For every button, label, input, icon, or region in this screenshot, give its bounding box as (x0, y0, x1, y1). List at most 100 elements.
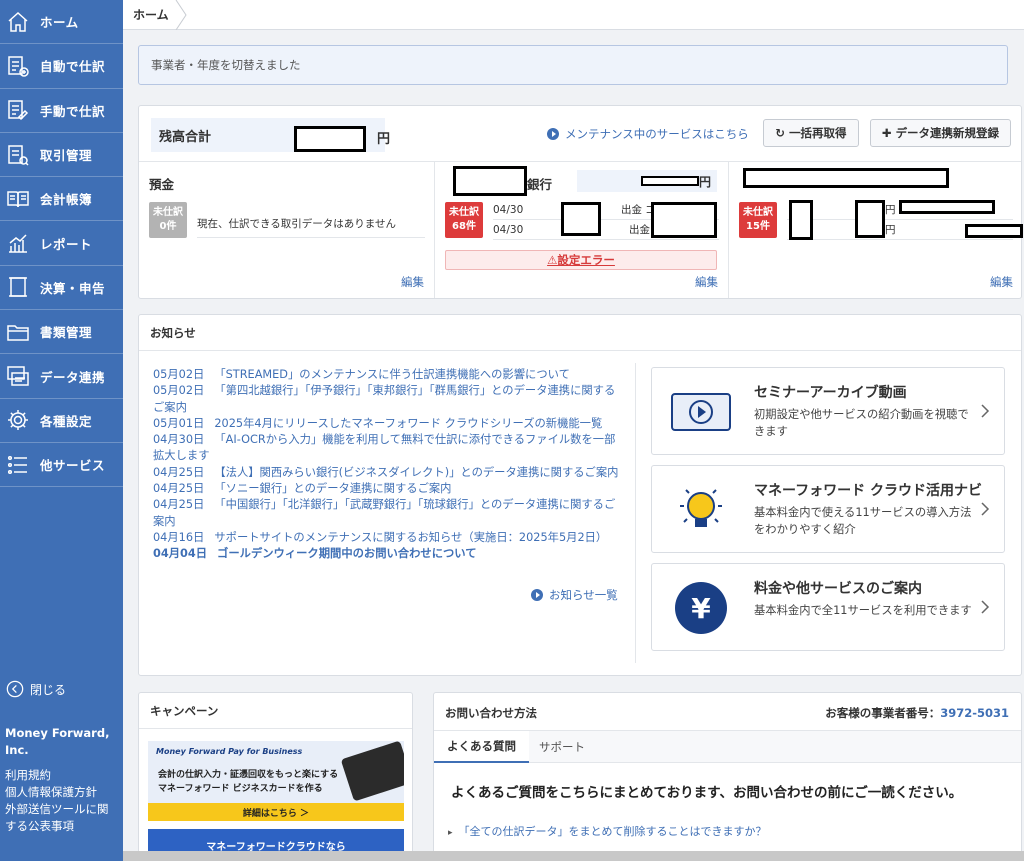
faq-link[interactable]: ▸ 「全ての仕訳データ」をまとめて削除することはできますか？ (448, 823, 767, 839)
unjournaled-badge[interactable]: 未仕訳 15件 (739, 202, 777, 238)
privacy-link[interactable]: 個人情報保護方針 (5, 784, 117, 801)
maintenance-link-label: メンテナンス中のサービスはこちら (565, 127, 749, 141)
sidebar-item-label: 他サービス (40, 458, 106, 474)
news-title: お知らせ (139, 315, 1021, 351)
sidebar-item-label: 書類管理 (40, 325, 93, 341)
news-text: サポートサイトのメンテナンスに関するお知らせ（実施日：2025年5月2日） (214, 530, 608, 544)
redacted-bank-name (453, 166, 527, 196)
sidebar-item-label: 手動で仕訳 (40, 103, 106, 119)
sidebar-close-button[interactable]: 閉じる (6, 680, 66, 698)
bank-edit-link[interactable]: 編集 (695, 274, 718, 290)
breadcrumb-home[interactable]: ホーム (133, 6, 169, 23)
news-date: 04月25日 (153, 482, 205, 496)
unjournaled-badge[interactable]: 未仕訳 68件 (445, 202, 483, 238)
refresh-all-button[interactable]: ↻ 一括再取得 (763, 119, 859, 147)
redacted-card-name (743, 168, 949, 188)
sidebar-item-label: 各種設定 (40, 413, 93, 429)
list-icon (7, 455, 27, 474)
sidebar-item-settlement[interactable]: 決算・申告 (0, 266, 123, 311)
redacted-description (561, 202, 601, 236)
business-number-label: お客様の事業者番号： (825, 706, 941, 720)
horizontal-scrollbar[interactable] (123, 851, 1024, 861)
redacted-amount (899, 200, 995, 214)
news-more-link[interactable]: お知らせ一覧 (531, 587, 618, 603)
banner-line2: マネーフォワード ビジネスカードを作る (158, 784, 323, 794)
news-item[interactable]: 04月25日 「ソニー銀行」とのデータ連携に関するご案内 (153, 481, 623, 497)
news-item[interactable]: 04月25日 「中国銀行」「北洋銀行」「武蔵野銀行」「琉球銀行」とのデータ連携に関… (153, 497, 623, 530)
card-description: 基本料金内で全11サービスを利用できます (754, 604, 972, 617)
news-list: 05月02日 「STREAMED」のメンテナンスに伴う仕訳連携機能への影響について… (153, 367, 623, 563)
sidebar-item-other-services[interactable]: 他サービス (0, 443, 123, 488)
card-description: 初期設定や他サービスの紹介動画を視聴できます (754, 408, 969, 438)
news-item[interactable]: 04月04日 ゴールデンウィーク期間中のお問い合わせについて (153, 546, 623, 562)
news-date: 05月02日 (153, 384, 205, 398)
chevron-right-icon (981, 404, 990, 418)
news-text: 「STREAMED」のメンテナンスに伴う仕訳連携機能への影響について (214, 368, 570, 381)
news-item[interactable]: 05月01日 2025年4月にリリースしたマネーフォワード クラウドシリーズの新機… (153, 416, 623, 432)
news-text: 「ソニー銀行」とのデータ連携に関するご案内 (214, 482, 452, 496)
main-content: ホーム 事業者・年度を切替えました 残高合計 円 メンテナンス中のサービスはこち… (123, 0, 1024, 861)
sidebar-close-label: 閉じる (30, 682, 67, 697)
news-item[interactable]: 05月02日 「STREAMED」のメンテナンスに伴う仕訳連携機能への影響について (153, 367, 623, 383)
business-card-banner[interactable]: Money Forward Pay for Business 会計の仕訳入力・証… (148, 741, 404, 821)
register-data-link-button[interactable]: ✚ データ連携新規登録 (870, 119, 1011, 147)
news-item[interactable]: 04月30日 「AI-OCRから入力」機能を利用して無料で仕訳に添付できるファイル… (153, 432, 623, 465)
badge-count: 0件 (159, 221, 177, 232)
unjournaled-badge[interactable]: 未仕訳 0件 (149, 202, 187, 238)
sidebar-item-data-link[interactable]: データ連携 (0, 354, 123, 399)
contact-title: お問い合わせ方法 (445, 706, 537, 720)
sidebar-item-label: ホーム (40, 15, 79, 31)
sidebar-item-home[interactable]: ホーム (0, 0, 123, 45)
seminar-archive-card[interactable]: セミナーアーカイブ動画 初期設定や他サービスの紹介動画を視聴できます (651, 367, 1005, 455)
svg-text:¥: ¥ (691, 592, 711, 625)
sidebar-item-report[interactable]: レポート (0, 221, 123, 266)
sidebar-item-label: レポート (40, 236, 93, 252)
news-date: 04月04日 (153, 547, 208, 561)
sidebar-item-settings[interactable]: 各種設定 (0, 399, 123, 443)
campaign-title: キャンペーン (139, 693, 412, 729)
banner-brand: Money Forward Pay for Business (156, 747, 303, 756)
row-date: 04/30 (493, 223, 524, 236)
cloud-navi-card[interactable]: マネーフォワード クラウド活用ナビ 基本料金内で使える11サービスの導入方法をわ… (651, 465, 1005, 553)
settings-error-bar[interactable]: ⚠設定エラー (445, 250, 717, 270)
plus-icon: ✚ (881, 126, 892, 140)
redacted-amount (651, 202, 717, 238)
maintenance-link[interactable]: メンテナンス中のサービスはこちら (547, 126, 749, 142)
deposit-edit-link[interactable]: 編集 (401, 274, 424, 290)
bank-column: 銀行 円 未仕訳 68件 04/30 出金 コ 04/30 出金 (435, 162, 729, 298)
tab-faq[interactable]: よくある質問 (434, 731, 529, 763)
sidebar-item-label: 取引管理 (40, 148, 93, 164)
card-edit-link[interactable]: 編集 (990, 274, 1013, 290)
redacted-description (855, 200, 885, 238)
bank-balance-yen: 円 (698, 175, 711, 189)
news-item[interactable]: 05月02日 「第四北越銀行」「伊予銀行」「東邦銀行」「群馬銀行」とのデータ連携に… (153, 383, 623, 416)
redacted-amount (294, 126, 366, 152)
news-date: 04月25日 (153, 465, 205, 479)
caret-right-icon: ▸ (448, 828, 453, 838)
sidebar-item-ledger[interactable]: 会計帳簿 (0, 177, 123, 222)
news-item[interactable]: 04月16日 サポートサイトのメンテナンスに関するお知らせ（実施日：2025年5月… (153, 530, 623, 546)
sidebar-item-manual-journal[interactable]: 手動で仕訳 (0, 89, 123, 133)
report-chart-icon (9, 234, 27, 253)
deposit-title: 預金 (149, 177, 175, 192)
folder-icon (7, 324, 29, 341)
news-item[interactable]: 04月25日 【法人】関西みらい銀行(ビジネスダイレクト)」とのデータ連携に関する… (153, 465, 623, 481)
play-circle-icon (547, 128, 559, 140)
chevron-right-icon (981, 600, 990, 614)
ledger-book-icon (7, 191, 29, 207)
sidebar-item-documents[interactable]: 書類管理 (0, 310, 123, 355)
tab-support[interactable]: サポート (539, 731, 585, 763)
sidebar-item-transactions[interactable]: 取引管理 (0, 133, 123, 178)
banner-cta[interactable]: 詳細はこちら ＞ (148, 803, 404, 821)
settings-error-label: ⚠設定エラー (547, 253, 615, 267)
sidebar-item-label: データ連携 (40, 369, 106, 385)
chevron-right-icon (981, 502, 990, 516)
pricing-services-card[interactable]: ¥ 料金や他サービスのご案内 基本料金内で全11サービスを利用できます (651, 563, 1005, 651)
register-data-link-label: データ連携新規登録 (895, 126, 1000, 140)
terms-link[interactable]: 利用規約 (5, 767, 117, 784)
business-number: お客様の事業者番号：3972-5031 (825, 705, 1009, 721)
external-tools-link[interactable]: 外部送信ツールに関する公表事項 (5, 801, 117, 835)
manual-journal-icon (8, 100, 29, 121)
balance-panel: 残高合計 円 メンテナンス中のサービスはこちら ↻ 一括再取得 ✚ データ連携新… (138, 105, 1023, 299)
sidebar-item-auto-journal[interactable]: 自動で仕訳 (0, 44, 123, 89)
